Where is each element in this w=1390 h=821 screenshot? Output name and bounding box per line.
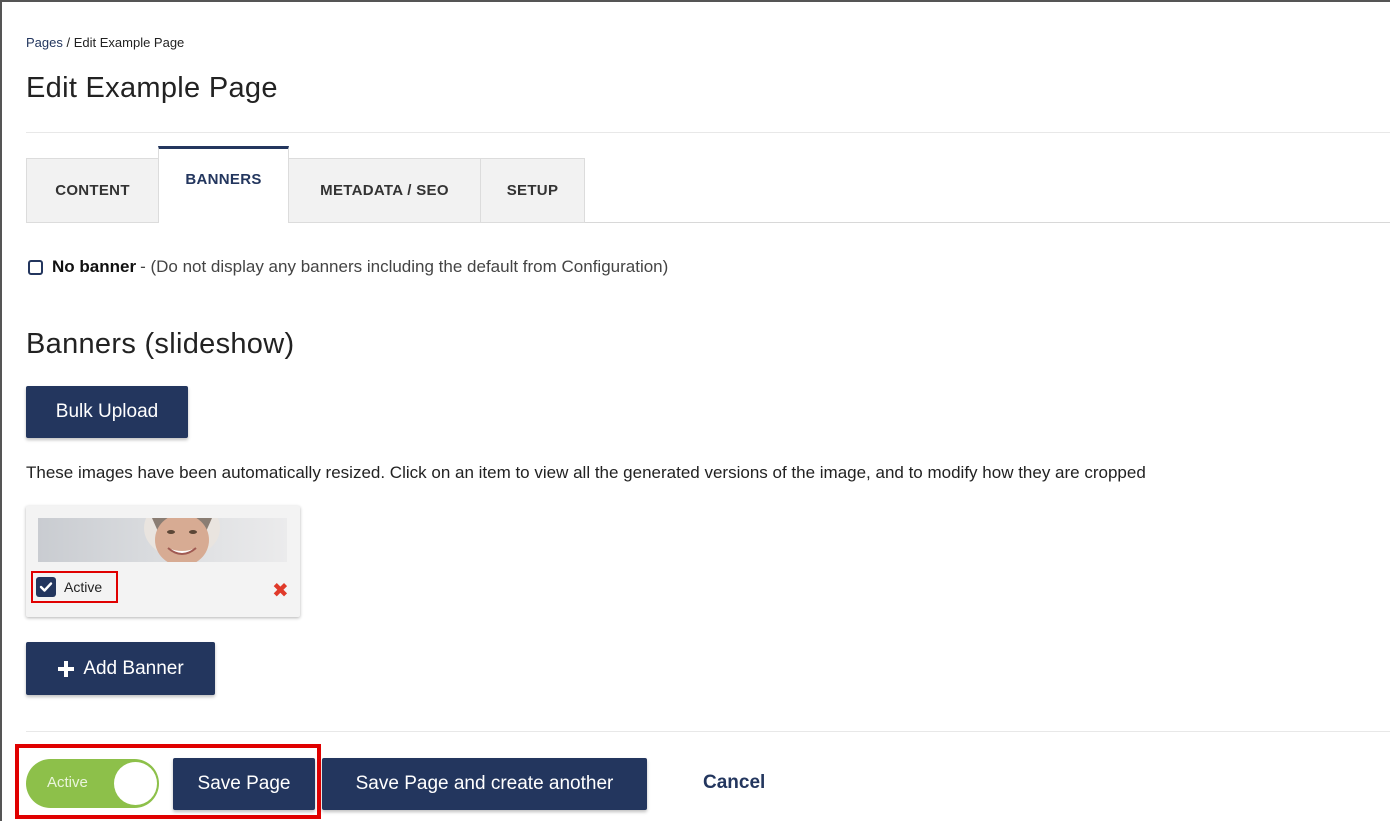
no-banner-description: - (Do not display any banners including … <box>140 257 669 276</box>
page-frame <box>0 0 1390 821</box>
save-another-label: Save Page and create another <box>355 773 614 794</box>
portrait-image <box>144 518 220 562</box>
help-text: These images have been automatically res… <box>26 463 1146 482</box>
highlight-box <box>15 744 321 819</box>
banner-active-toggle[interactable]: Active <box>31 571 118 603</box>
bulk-upload-button[interactable]: Bulk Upload <box>26 386 188 438</box>
divider <box>26 132 1390 133</box>
save-and-create-another-button[interactable]: Save Page and create another <box>322 758 647 810</box>
cancel-button[interactable]: Cancel <box>703 772 765 794</box>
breadcrumb-current: Edit Example Page <box>73 35 185 50</box>
plus-icon <box>58 660 75 677</box>
checkmark-icon[interactable] <box>36 577 56 597</box>
no-banner-label: No banner <box>52 257 137 276</box>
close-icon[interactable]: ✖ <box>272 578 289 603</box>
tab-banners[interactable]: BANNERS <box>158 146 289 223</box>
page-title: Edit Example Page <box>26 72 278 104</box>
tab-setup[interactable]: SETUP <box>480 158 585 223</box>
footer-divider <box>26 731 1390 732</box>
tab-metadata-seo[interactable]: METADATA / SEO <box>288 158 481 223</box>
add-banner-button[interactable]: Add Banner <box>26 642 215 695</box>
no-banner-option[interactable]: No banner - (Do not display any banners … <box>28 257 668 277</box>
bulk-upload-label: Bulk Upload <box>55 401 159 422</box>
banner-active-label: Active <box>64 579 103 595</box>
banner-card[interactable]: Active ✖ <box>26 506 300 617</box>
banner-thumbnail[interactable] <box>38 518 287 562</box>
breadcrumb-separator: / <box>62 35 74 50</box>
tab-bar: CONTENT BANNERS METADATA / SEO SETUP <box>26 146 1390 224</box>
breadcrumb-link-pages[interactable]: Pages <box>26 35 63 50</box>
section-title: Banners (slideshow) <box>26 328 295 360</box>
breadcrumb: Pages / Edit Example Page <box>26 35 184 50</box>
add-banner-label: Add Banner <box>83 657 184 679</box>
checkbox-icon[interactable] <box>28 259 43 275</box>
tab-content[interactable]: CONTENT <box>26 158 159 223</box>
